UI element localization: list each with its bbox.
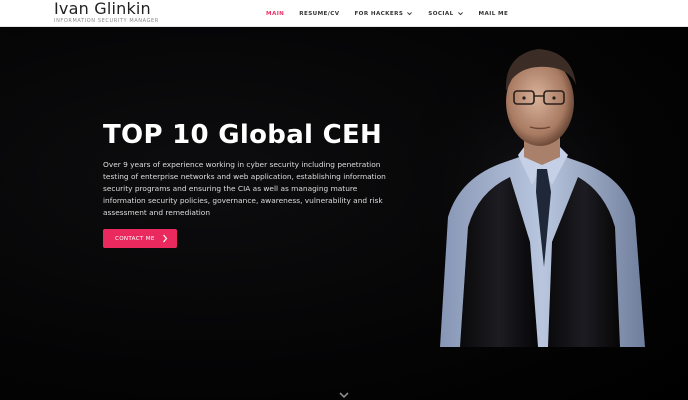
- site-header: Ivan Glinkin INFORMATION SECURITY MANAGE…: [0, 0, 688, 27]
- nav-item-social[interactable]: SOCIAL: [428, 10, 463, 17]
- nav-item-label: SOCIAL: [428, 10, 454, 17]
- nav-item-for-hackers[interactable]: FOR HACKERS: [354, 10, 413, 17]
- brand-name[interactable]: Ivan Glinkin: [54, 0, 159, 18]
- portrait-photo: [420, 27, 670, 347]
- hero-section: TOP 10 Global CEH Over 9 years of experi…: [0, 27, 688, 400]
- nav-item-label: MAIL ME: [478, 10, 509, 17]
- brand[interactable]: Ivan Glinkin INFORMATION SECURITY MANAGE…: [54, 0, 159, 24]
- nav-item-main[interactable]: MAIN: [266, 11, 284, 17]
- nav-item-mail-me[interactable]: MAIL ME: [479, 11, 509, 17]
- contact-me-label: CONTACT ME: [115, 235, 155, 242]
- chevron-right-icon: [163, 234, 168, 243]
- brand-tagline: INFORMATION SECURITY MANAGER: [54, 18, 159, 24]
- main-nav: MAIN RESUME/CV FOR HACKERS SOCIAL MAIL M…: [266, 0, 508, 27]
- nav-item-label: FOR HACKERS: [354, 10, 404, 17]
- nav-item-label: RESUME/CV: [299, 10, 340, 17]
- nav-item-resume[interactable]: RESUME/CV: [299, 11, 339, 17]
- nav-item-label: MAIN: [266, 10, 285, 17]
- chevron-down-icon: [457, 12, 463, 16]
- contact-me-button[interactable]: CONTACT ME: [103, 229, 177, 248]
- page: Ivan Glinkin INFORMATION SECURITY MANAGE…: [0, 0, 688, 400]
- hero-title: TOP 10 Global CEH: [103, 120, 383, 150]
- hero-description: Over 9 years of experience working in cy…: [103, 160, 386, 217]
- scroll-down-icon[interactable]: [338, 391, 350, 400]
- chevron-down-icon: [407, 12, 413, 16]
